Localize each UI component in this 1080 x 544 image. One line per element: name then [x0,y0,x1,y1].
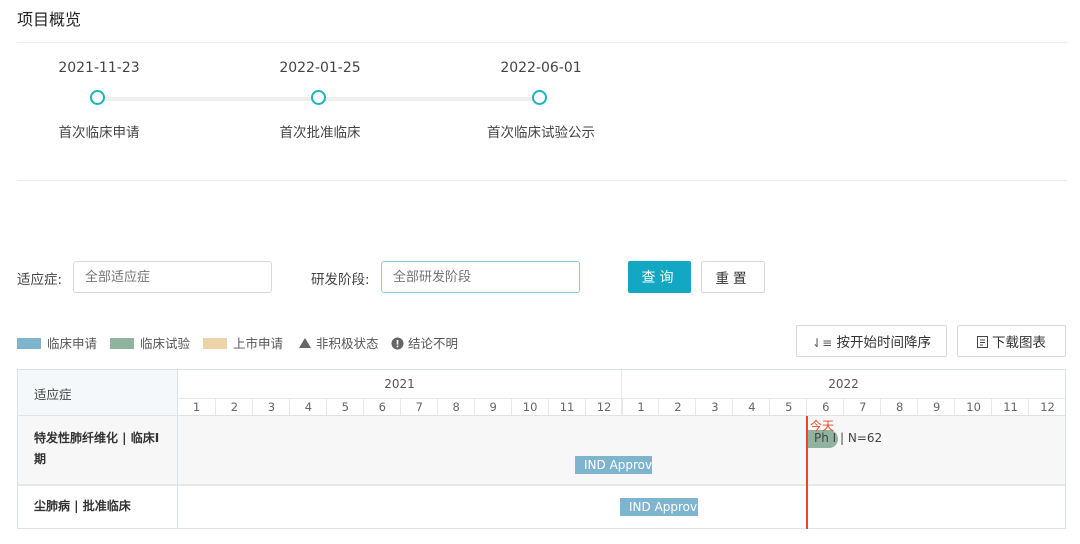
legend-swatch [17,338,41,349]
month-label: 7 [843,399,881,415]
divider [17,42,1067,43]
month-label: 10 [510,399,549,415]
sort-icon: ⇃≡ [812,336,833,350]
month-label: 1 [621,399,660,415]
month-label: 10 [954,399,992,415]
milestone-dot [532,90,547,105]
milestone-dot [90,90,105,105]
exclamation-icon [391,337,404,350]
reset-button[interactable]: 重置 [701,261,765,293]
legend-item: 非积极状态 [298,333,379,352]
page-title: 项目概览 [17,10,82,29]
download-chart-button[interactable]: 下载图表 [957,325,1066,357]
month-label: 2 [658,399,696,415]
legend-label: 结论不明 [408,336,459,351]
divider [17,180,1067,181]
year-label: 2022 [828,377,859,391]
legend-item: 临床申请 [17,333,97,352]
milestone-name: 首次批准临床 [279,125,361,141]
phase-select[interactable] [381,261,580,293]
milestone-dot [311,90,326,105]
month-label: 9 [473,399,512,415]
month-label: 9 [917,399,955,415]
document-icon [977,336,988,348]
triangle-icon [299,338,311,348]
month-label: 4 [288,399,327,415]
milestone-date: 2022-01-25 [279,60,361,76]
indication-label: 适应症: [17,272,63,288]
month-label: 2 [214,399,253,415]
gantt-time-header: 2021 2022 1 2 3 4 5 6 7 8 9 10 11 12 1 2 3 4 5 6 7 8 9 10 11 12 [178,370,1065,416]
legend-swatch [203,338,227,349]
legend-label: 临床申请 [47,336,98,351]
legend-swatch [110,338,134,349]
month-label: 7 [399,399,438,415]
month-label: 11 [547,399,586,415]
legend-item: 临床试验 [110,333,190,352]
ind-approval-bar[interactable]: IND Approval [575,456,652,474]
ind-approval-bar[interactable]: IND Approval [620,498,698,516]
gantt-header-cell: 适应症 [18,370,178,416]
month-label: 8 [436,399,475,415]
sort-label: 按开始时间降序 [836,335,931,351]
indication-select[interactable] [73,261,272,293]
today-label: 今天 [810,419,835,433]
row-label: 特发性肺纤维化 | 临床I 期 [34,431,160,466]
milestone-1: 2021-11-23 [19,60,179,76]
milestone-name: 首次临床申请 [58,125,140,141]
legend-item: 上市申请 [203,333,283,352]
gantt-row: 尘肺病 | 批准临床 IND Approval [18,486,1065,528]
month-label: 5 [769,399,807,415]
legend-item: 结论不明 [391,333,458,352]
month-label: 12 [584,399,623,415]
month-label: 5 [325,399,364,415]
month-label: 6 [806,399,844,415]
sort-by-start-time-button[interactable]: ⇃≡ 按开始时间降序 [796,325,947,357]
download-label: 下载图表 [992,335,1046,351]
month-label: 11 [991,399,1029,415]
gantt-chart: 适应症 2021 2022 1 2 3 4 5 6 7 8 9 10 11 12 1 2 3 4 5 6 7 8 9 10… [17,369,1066,529]
month-label: 6 [362,399,401,415]
gantt-header-label: 适应症 [34,387,72,402]
legend-label: 上市申请 [233,336,284,351]
phase-label: 研发阶段: [311,272,370,288]
milestone-date: 2022-06-01 [500,60,582,76]
milestone-3: 2022-06-01 [461,60,621,76]
row-label: 尘肺病 | 批准临床 [34,499,131,513]
month-label: 1 [192,400,201,414]
month-label: 4 [732,399,770,415]
gantt-row: 特发性肺纤维化 | 临床I 期 Ph I | N=62 IND Approval [18,416,1065,486]
milestone-name: 首次临床试验公示 [487,125,595,141]
today-line [806,416,808,529]
month-label: 8 [880,399,918,415]
milestone-2: 2022-01-25 [240,60,400,76]
month-label: 3 [695,399,733,415]
month-label: 12 [1028,399,1066,415]
query-button[interactable]: 查询 [628,261,691,293]
month-label: 3 [251,399,290,415]
year-label: 2021 [384,377,415,391]
milestone-date: 2021-11-23 [58,60,140,76]
legend-label: 非积极状态 [316,336,379,351]
legend-label: 临床试验 [140,336,191,351]
